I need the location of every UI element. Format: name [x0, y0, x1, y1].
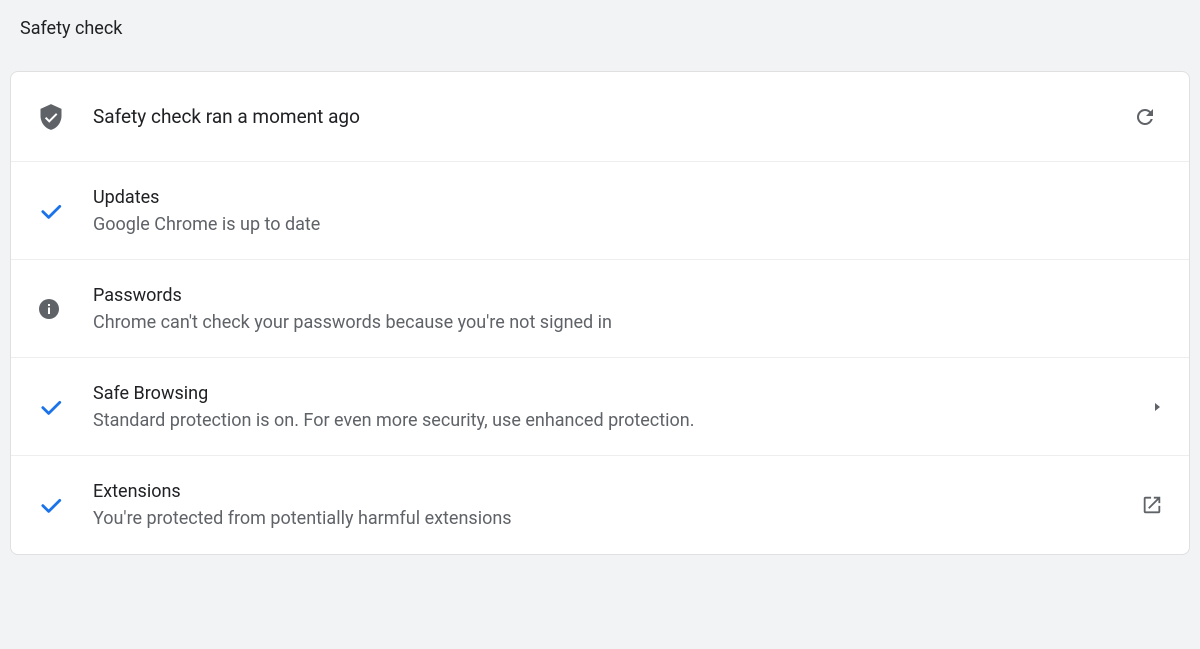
safety-check-summary-row: Safety check ran a moment ago: [11, 72, 1189, 162]
safety-check-card: Safety check ran a moment ago Updates Go…: [10, 71, 1190, 555]
check-icon: [37, 393, 93, 421]
extensions-title: Extensions: [93, 481, 1117, 502]
refresh-icon: [1133, 105, 1157, 129]
passwords-row: Passwords Chrome can't check your passwo…: [11, 260, 1189, 358]
info-icon: [37, 297, 93, 321]
safe-browsing-subtitle: Standard protection is on. For even more…: [93, 410, 1117, 431]
check-icon: [37, 491, 93, 519]
chevron-right-icon: [1117, 401, 1163, 413]
check-icon: [37, 197, 93, 225]
safe-browsing-title: Safe Browsing: [93, 383, 1117, 404]
open-in-new-icon: [1117, 494, 1163, 516]
updates-row: Updates Google Chrome is up to date: [11, 162, 1189, 260]
safety-check-status-text: Safety check ran a moment ago: [93, 105, 1117, 128]
updates-title: Updates: [93, 187, 1117, 208]
updates-subtitle: Google Chrome is up to date: [93, 214, 1117, 235]
shield-check-icon: [37, 103, 93, 131]
page-heading: Safety check: [0, 0, 1200, 39]
extensions-row[interactable]: Extensions You're protected from potenti…: [11, 456, 1189, 554]
rerun-safety-check-button[interactable]: [1127, 99, 1163, 135]
extensions-subtitle: You're protected from potentially harmfu…: [93, 508, 1117, 529]
safe-browsing-row[interactable]: Safe Browsing Standard protection is on.…: [11, 358, 1189, 456]
passwords-title: Passwords: [93, 285, 1117, 306]
passwords-subtitle: Chrome can't check your passwords becaus…: [93, 312, 1117, 333]
